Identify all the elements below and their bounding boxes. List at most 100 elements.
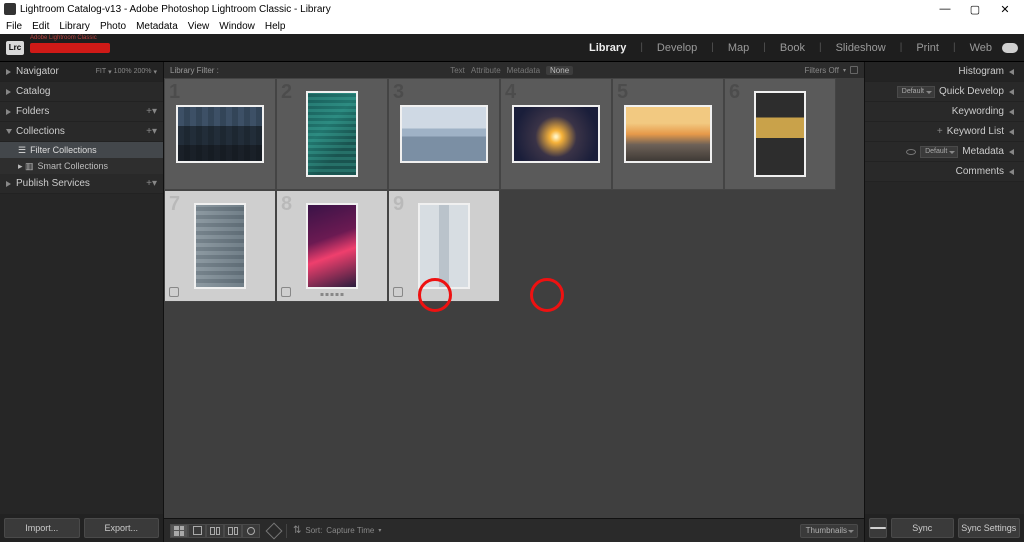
sync-settings-button[interactable]: Sync Settings: [958, 518, 1021, 538]
thumbnail-cell[interactable]: 4: [500, 78, 612, 190]
menu-window[interactable]: Window: [219, 21, 255, 32]
thumbnail-cell[interactable]: 8: [276, 190, 388, 302]
cell-index: 7: [169, 193, 180, 216]
thumbnail-image[interactable]: [194, 203, 246, 289]
thumbnail-image[interactable]: [512, 105, 600, 163]
minimize-button[interactable]: —: [930, 0, 960, 18]
painter-tool-button[interactable]: [266, 522, 283, 539]
survey-view-button[interactable]: [224, 524, 242, 538]
grid-view-button[interactable]: [170, 524, 188, 538]
menu-photo[interactable]: Photo: [100, 21, 126, 32]
thumbnail-image[interactable]: [624, 105, 712, 163]
cell-index: 8: [281, 193, 292, 216]
menu-file[interactable]: File: [6, 21, 22, 32]
module-slideshow[interactable]: Slideshow: [834, 42, 888, 54]
people-view-button[interactable]: [242, 524, 260, 538]
menu-view[interactable]: View: [188, 21, 210, 32]
smart-collections-item[interactable]: ▸ ▥Smart Collections: [0, 158, 163, 174]
module-book[interactable]: Book: [778, 42, 807, 54]
thumbnail-image[interactable]: [400, 105, 488, 163]
sync-switch[interactable]: [869, 518, 887, 538]
cell-index: 4: [505, 81, 516, 104]
thumbnails-size-dropdown[interactable]: Thumbnails: [800, 524, 858, 538]
cell-index: 1: [169, 81, 180, 104]
filter-collections-field[interactable]: ☰Filter Collections: [0, 142, 163, 158]
menu-bar: File Edit Library Photo Metadata View Window He…: [0, 18, 1024, 34]
eye-icon[interactable]: [906, 149, 916, 155]
app-icon: [4, 3, 16, 15]
grid-view[interactable]: 1 2 34 5 6 7 8 9: [164, 78, 864, 518]
window-titlebar: Lightroom Catalog-v13 - Adobe Photoshop …: [0, 0, 1024, 18]
menu-library[interactable]: Library: [59, 21, 90, 32]
sync-button[interactable]: Sync: [891, 518, 954, 538]
cell-index: 2: [281, 81, 292, 104]
thumbnail-image[interactable]: [306, 203, 358, 289]
badge-icon: [281, 287, 291, 297]
module-map[interactable]: Map: [726, 42, 751, 54]
center-area: Library Filter : Text Attribute Metadata No…: [164, 62, 864, 542]
comments-header[interactable]: Comments: [865, 162, 1024, 182]
cell-index: 9: [393, 193, 404, 216]
thumbnail-cell[interactable]: 3: [388, 78, 500, 190]
cell-index: 6: [729, 81, 740, 104]
cell-index: 5: [617, 81, 628, 104]
thumbnail-image[interactable]: [306, 91, 358, 177]
catalog-header[interactable]: Catalog: [0, 82, 163, 102]
thumbnail-cell[interactable]: 7: [164, 190, 276, 302]
thumbnail-image[interactable]: [418, 203, 470, 289]
maximize-button[interactable]: ▢: [960, 0, 990, 18]
thumbnail-cell[interactable]: 6: [724, 78, 836, 190]
menu-metadata[interactable]: Metadata: [136, 21, 178, 32]
filters-off-dropdown[interactable]: Filters Off: [804, 66, 839, 75]
menu-help[interactable]: Help: [265, 21, 286, 32]
import-button[interactable]: Import...: [4, 518, 80, 538]
publish-services-header[interactable]: Publish Services+▾: [0, 174, 163, 194]
filter-tab-text[interactable]: Text: [450, 66, 465, 75]
thumbnail-image[interactable]: [176, 105, 264, 163]
module-print[interactable]: Print: [914, 42, 941, 54]
close-button[interactable]: ✕: [990, 0, 1020, 18]
view-mode-switcher: [170, 524, 260, 538]
sort-direction-button[interactable]: ⇅: [293, 525, 301, 536]
left-panel: Navigator FIT ▾ 100% 200% ▾ Catalog Fold…: [0, 62, 164, 542]
thumbnail-cell[interactable]: 1: [164, 78, 276, 190]
collections-header[interactable]: Collections+▾: [0, 122, 163, 142]
sort-label: Sort:: [305, 526, 322, 535]
toolbar: ⇅ Sort: Capture Time ▾ Thumbnails: [164, 518, 864, 542]
thumbnail-cell[interactable]: 9: [388, 190, 500, 302]
filter-lock-icon[interactable]: [850, 66, 858, 74]
thumbnail-cell[interactable]: 2: [276, 78, 388, 190]
identity-plate[interactable]: [30, 43, 110, 53]
cloud-sync-icon[interactable]: [1002, 43, 1018, 53]
module-web[interactable]: Web: [968, 42, 994, 54]
metadata-preset-dropdown[interactable]: Default: [920, 146, 958, 158]
keyword-list-header[interactable]: + Keyword List: [865, 122, 1024, 142]
window-title: Lightroom Catalog-v13 - Adobe Photoshop …: [20, 4, 331, 15]
module-library[interactable]: Library: [587, 42, 628, 54]
right-panel: Histogram Default Quick Develop Keywordi…: [864, 62, 1024, 542]
library-filter-bar: Library Filter : Text Attribute Metadata No…: [164, 62, 864, 78]
thumbnail-cell[interactable]: 5: [612, 78, 724, 190]
export-button[interactable]: Export...: [84, 518, 160, 538]
filter-tab-metadata[interactable]: Metadata: [507, 66, 540, 75]
navigator-header[interactable]: Navigator FIT ▾ 100% 200% ▾: [0, 62, 163, 82]
quick-develop-header[interactable]: Default Quick Develop: [865, 82, 1024, 102]
badge-icon: [393, 287, 403, 297]
loupe-view-button[interactable]: [188, 524, 206, 538]
folders-header[interactable]: Folders+▾: [0, 102, 163, 122]
rating-dots[interactable]: [321, 293, 344, 296]
quick-develop-preset-dropdown[interactable]: Default: [897, 86, 935, 98]
filter-tab-attribute[interactable]: Attribute: [471, 66, 501, 75]
thumbnail-image[interactable]: [754, 91, 806, 177]
metadata-header[interactable]: Default Metadata: [865, 142, 1024, 162]
compare-view-button[interactable]: [206, 524, 224, 538]
sort-criteria-dropdown[interactable]: Capture Time: [326, 526, 374, 535]
lr-badge-icon: Lrc: [6, 41, 24, 55]
library-filter-label: Library Filter :: [170, 66, 219, 75]
menu-edit[interactable]: Edit: [32, 21, 49, 32]
histogram-header[interactable]: Histogram: [865, 62, 1024, 82]
badge-icon: [169, 287, 179, 297]
keywording-header[interactable]: Keywording: [865, 102, 1024, 122]
module-develop[interactable]: Develop: [655, 42, 699, 54]
filter-tab-none[interactable]: None: [546, 66, 573, 75]
